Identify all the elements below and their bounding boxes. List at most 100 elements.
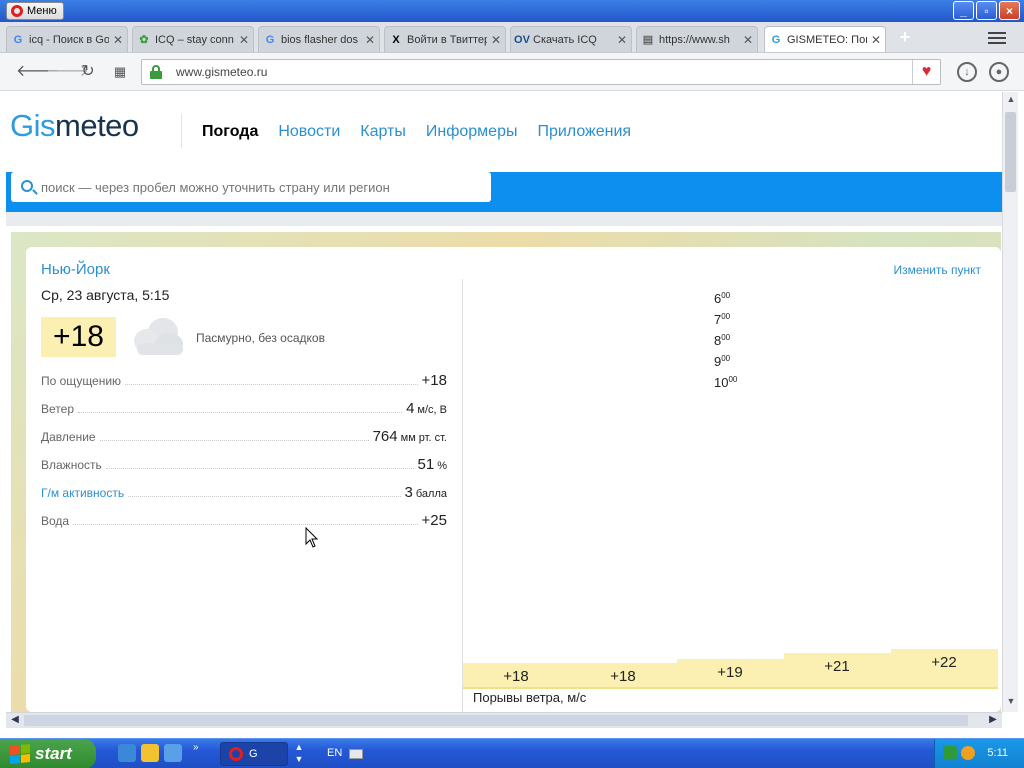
gismeteo-logo[interactable]: Gismeteo <box>10 108 139 144</box>
horizontal-scroll-thumb[interactable] <box>24 715 968 726</box>
tab-favicon-icon: X <box>392 33 400 46</box>
address-toolbar: 🡐 🡒 ↻ ▦ www.gismeteo.ru ♥ ↓ ● <box>0 53 1024 91</box>
tab-1[interactable]: Gicq - Поиск в Go ✕ <box>6 26 128 52</box>
close-tab-icon[interactable]: ✕ <box>871 33 881 47</box>
media-quicklaunch-icon[interactable] <box>164 744 182 762</box>
tab-label: Скачать ICQ <box>533 33 597 46</box>
nav-informers[interactable]: Информеры <box>426 123 518 141</box>
tab-6[interactable]: ▤ https://www.sh ✕ <box>636 26 758 52</box>
start-button[interactable]: start <box>0 739 96 768</box>
close-tab-icon[interactable]: ✕ <box>617 33 627 47</box>
tab-5[interactable]: OV Скачать ICQ ✕ <box>510 26 632 52</box>
maximize-button[interactable]: ▫ <box>976 1 997 20</box>
wind-unit: м/с, В <box>417 404 447 416</box>
humidity-label: Влажность <box>41 458 102 472</box>
tab-favicon-icon: G <box>13 33 23 46</box>
tab-4[interactable]: X Войти в Твиттер ✕ <box>384 26 506 52</box>
tab-label: Войти в Твиттер <box>407 33 487 46</box>
opera-logo-icon <box>11 5 23 17</box>
vertical-scroll-thumb[interactable] <box>1005 112 1016 192</box>
taskbar-opera-task[interactable]: G <box>220 742 288 766</box>
network-tray-icon[interactable] <box>943 746 957 760</box>
title-bar: Меню _ ▫ × <box>0 0 1024 22</box>
keyboard-icon[interactable] <box>349 749 363 759</box>
pressure-value: 764 <box>372 428 398 445</box>
url-text[interactable]: www.gismeteo.ru <box>176 65 267 79</box>
tab-7[interactable]: G GISMETEO: Пог ✕ <box>764 26 886 52</box>
search-tray-icon[interactable] <box>961 746 975 760</box>
chevron-icon[interactable]: » <box>193 742 199 753</box>
tab-3[interactable]: Gbios flasher dos ✕ <box>258 26 380 52</box>
download-icon[interactable]: ↓ <box>957 62 977 82</box>
vertical-scrollbar[interactable]: ▲ ▼ <box>1002 92 1018 712</box>
grey-strip <box>6 212 1002 226</box>
tab-label: icq - Поиск в Go <box>29 33 109 46</box>
forward-arrow-icon[interactable]: 🡒 <box>46 62 89 82</box>
start-label: start <box>35 744 72 763</box>
close-tab-icon[interactable]: ✕ <box>365 33 375 47</box>
nav-maps[interactable]: Карты <box>360 123 406 141</box>
horizontal-scrollbar[interactable]: ◀ ▶ <box>6 712 1002 728</box>
city-name[interactable]: Нью-Йорк <box>41 261 110 278</box>
nav-news[interactable]: Новости <box>278 123 340 141</box>
ie-quicklaunch-icon[interactable] <box>118 744 136 762</box>
geomagnetic-value: 3 <box>404 484 413 501</box>
weather-condition: Пасмурно, без осадков <box>196 331 325 345</box>
close-tab-icon[interactable]: ✕ <box>743 33 753 47</box>
back-arrow-icon[interactable]: 🡐 <box>16 62 59 82</box>
bookmark-heart-icon[interactable]: ♥ <box>912 60 940 84</box>
water-label: Вода <box>41 514 70 528</box>
task-scroll-arrows[interactable]: ▲ ▼ <box>293 741 305 765</box>
geomagnetic-activity-link[interactable]: Г/м активность <box>41 486 124 500</box>
search-box[interactable] <box>11 172 491 202</box>
param-row: Давление 764 мм рт. ст. <box>41 428 447 456</box>
tab-2[interactable]: ✿ ICQ – stay conn ✕ <box>132 26 254 52</box>
tab-favicon-icon: ✿ <box>139 34 149 46</box>
explorer-quicklaunch-icon[interactable] <box>141 744 159 762</box>
tab-favicon-icon: G <box>265 33 275 46</box>
account-icon[interactable]: ● <box>989 62 1009 82</box>
humidity-value: 51 <box>417 456 435 473</box>
language-indicator[interactable]: EN <box>327 747 342 759</box>
windows-flag-icon <box>10 743 30 765</box>
change-location-link[interactable]: Изменить пункт <box>894 263 981 277</box>
scroll-right-icon[interactable]: ▶ <box>986 714 1000 725</box>
scroll-up-icon[interactable]: ▲ <box>1003 94 1019 108</box>
scroll-left-icon[interactable]: ◀ <box>8 714 22 725</box>
scroll-down-icon[interactable]: ▼ <box>1003 696 1019 710</box>
site-header: Gismeteo Погода Новости Карты Информеры … <box>6 92 1002 172</box>
close-tab-icon[interactable]: ✕ <box>239 33 249 47</box>
wind-gusts-label: Порывы ветра, м/с <box>473 690 587 705</box>
hour-label: 600 <box>714 291 731 306</box>
secure-lock-icon <box>150 65 162 79</box>
opera-menu-button[interactable]: Меню <box>6 2 64 20</box>
minimize-button[interactable]: _ <box>953 1 974 20</box>
clock: 5:11 <box>987 747 1008 759</box>
hourly-temp-value: +19 <box>717 664 743 681</box>
param-row: Г/м активность 3 балла <box>41 484 447 512</box>
page-viewport: Gismeteo Погода Новости Карты Информеры … <box>6 92 1002 712</box>
taskbar: start » G ▲ ▼ EN 5:11 <box>0 738 1024 768</box>
search-input[interactable] <box>41 178 481 196</box>
search-band <box>6 172 1002 212</box>
menu-label: Меню <box>27 5 57 17</box>
search-icon[interactable] <box>21 180 33 192</box>
close-tab-icon[interactable]: ✕ <box>113 33 123 47</box>
nav-weather[interactable]: Погода <box>202 123 258 141</box>
tab-bar: Gicq - Поиск в Go ✕ ✿ ICQ – stay conn ✕ Gbios… <box>0 22 1024 53</box>
close-tab-icon[interactable]: ✕ <box>491 33 501 47</box>
hourly-temperature-strip: +18 +18 +19 +21 +22 <box>463 641 999 691</box>
water-value: +25 <box>421 512 447 529</box>
nav-apps[interactable]: Приложения <box>537 123 631 141</box>
humidity-unit: % <box>437 460 447 472</box>
tab-label: bios flasher dos <box>281 33 359 46</box>
new-tab-button[interactable]: + <box>895 27 915 48</box>
reload-icon[interactable]: ↻ <box>78 62 98 82</box>
feels-like-value: +18 <box>421 372 447 389</box>
tab-menu-icon[interactable] <box>988 29 1006 47</box>
close-window-button[interactable]: × <box>999 1 1020 20</box>
speed-dial-grid-icon[interactable]: ▦ <box>110 62 130 82</box>
address-bar[interactable]: www.gismeteo.ru ♥ <box>141 59 941 85</box>
hourly-temp-value: +18 <box>610 668 636 685</box>
pressure-unit: мм рт. ст. <box>400 432 447 444</box>
